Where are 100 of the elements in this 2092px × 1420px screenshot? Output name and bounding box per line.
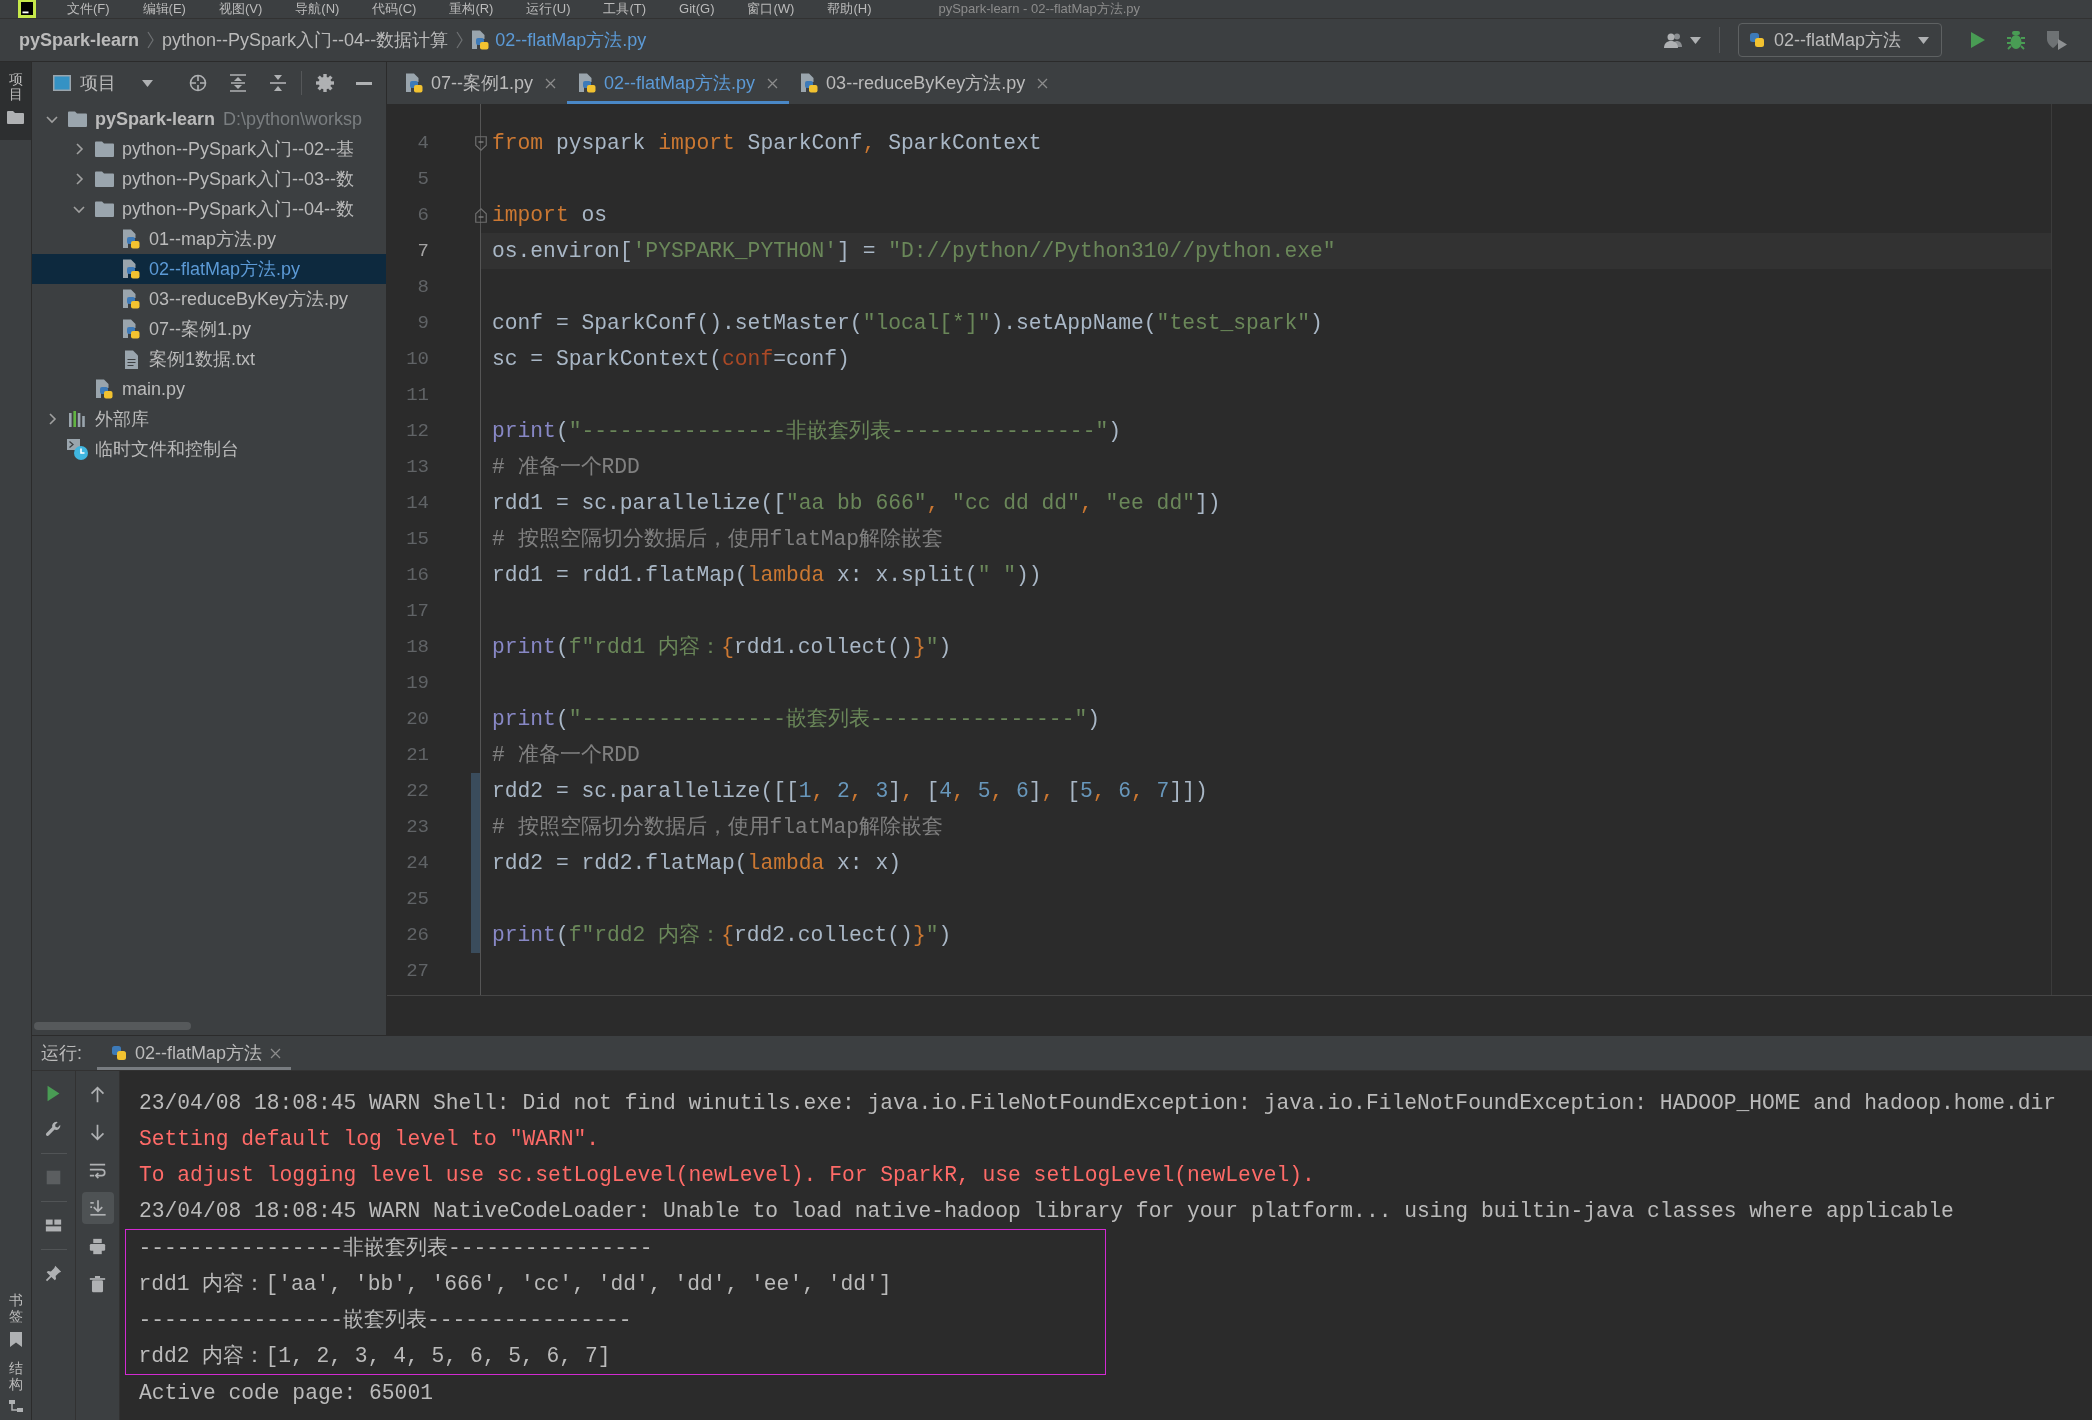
code-line: # 按照空隔切分数据后，使用flatMap解除嵌套 (492, 814, 944, 841)
chevron-down-icon[interactable] (46, 114, 58, 124)
play-icon[interactable] (45, 1084, 62, 1102)
code-line: from pyspark import SparkConf, SparkContext (492, 130, 1042, 157)
menu-item[interactable]: 工具(T) (603, 0, 647, 18)
folder-icon (67, 111, 87, 127)
tree-item[interactable]: python--PySpark入门--02--基 (32, 134, 386, 164)
arrow-down-icon[interactable] (89, 1123, 106, 1141)
shield-play-icon[interactable] (2046, 30, 2068, 50)
console-line: Active code page: 65001 (139, 1380, 434, 1407)
tool-window-button[interactable]: 结构 (0, 1353, 31, 1418)
editor-tab[interactable]: 02--flatMap方法.py (567, 62, 790, 104)
menu-item[interactable]: Git(G) (679, 0, 715, 18)
play-icon[interactable] (1970, 31, 1986, 49)
settings-icon[interactable] (316, 74, 334, 92)
scrollbar-thumb[interactable] (34, 1022, 191, 1030)
arrow-up-icon[interactable] (89, 1085, 106, 1103)
soft-wrap-icon[interactable] (89, 1161, 106, 1179)
structure-icon[interactable] (8, 1400, 23, 1412)
tree-item[interactable]: main.py (32, 374, 386, 404)
menu-item[interactable]: 窗口(W) (747, 0, 795, 18)
line-number: 18 (405, 635, 430, 660)
code-line: rdd1 = rdd1.flatMap(lambda x: x.split(" ")) (492, 562, 1042, 589)
tool-window-button[interactable]: 书签 (0, 1285, 31, 1354)
code-line: import os (492, 202, 608, 229)
close-icon[interactable] (1037, 77, 1049, 89)
console-line: Setting default log level to "WARN". (139, 1126, 601, 1153)
scroll-to-end-icon[interactable] (81, 1192, 114, 1224)
pin-icon[interactable] (45, 1264, 62, 1282)
tree-item[interactable]: 02--flatMap方法.py (32, 254, 386, 284)
line-number: 23 (405, 815, 430, 840)
menu-item[interactable]: 文件(F) (67, 0, 110, 18)
app-logo-icon[interactable] (18, 0, 36, 18)
caret-icon (142, 79, 153, 87)
chevron-down-icon[interactable] (73, 204, 85, 214)
breadcrumb[interactable]: pySpark-learn (19, 29, 140, 51)
close-icon[interactable] (545, 77, 557, 89)
chevron-right-icon[interactable] (47, 413, 57, 425)
users-icon[interactable] (1663, 32, 1684, 48)
close-icon[interactable] (270, 1047, 282, 1059)
trash-icon[interactable] (89, 1275, 106, 1293)
fold-marker-icon[interactable] (474, 207, 487, 223)
folder-icon[interactable] (7, 110, 24, 124)
python-file-icon (405, 73, 423, 93)
run-configuration-dropdown[interactable]: 02--flatMap方法 (1737, 23, 1942, 57)
code-line: print(f"rdd2 内容：{rdd2.collect()}") (492, 922, 952, 949)
line-number: 16 (405, 563, 430, 588)
breadcrumb[interactable]: python--PySpark入门--04--数据计算 (162, 28, 449, 52)
folder-icon (94, 171, 114, 187)
expand-all-icon[interactable] (229, 74, 247, 92)
python-file-icon (122, 259, 140, 279)
editor-tab[interactable]: 03--reduceByKey方法.py (789, 62, 1060, 104)
chevron-right-icon[interactable] (74, 173, 84, 185)
close-icon[interactable] (767, 77, 779, 89)
console-line: ----------------非嵌套列表---------------- (138, 1235, 654, 1262)
tree-item[interactable]: pySpark-learn D:\python\worksp (32, 104, 386, 134)
python-file-icon (122, 319, 140, 339)
line-number: 11 (405, 383, 430, 408)
tree-item[interactable]: 案例1数据.txt (32, 344, 386, 374)
tree-item[interactable]: python--PySpark入门--04--数 (32, 194, 386, 224)
menu-item[interactable]: 运行(U) (526, 0, 571, 18)
tree-item[interactable]: 07--案例1.py (32, 314, 386, 344)
view-dropdown[interactable]: 项目 (80, 71, 153, 95)
tree-item[interactable]: 临时文件和控制台 (32, 434, 386, 464)
crosshair-icon[interactable] (189, 74, 207, 92)
menu-item[interactable]: 帮助(H) (827, 0, 872, 18)
minimize-icon[interactable] (356, 81, 372, 85)
line-number: 15 (405, 527, 430, 552)
tree-item[interactable]: 01--map方法.py (32, 224, 386, 254)
menu-item[interactable]: 导航(N) (295, 0, 340, 18)
fold-marker-icon[interactable] (474, 135, 487, 151)
line-number: 26 (405, 923, 430, 948)
chevron-right-icon[interactable] (74, 143, 84, 155)
tree-item[interactable]: 外部库 (32, 404, 386, 434)
tree-item[interactable]: 03--reduceByKey方法.py (32, 284, 386, 314)
code-line: # 准备一个RDD (492, 454, 640, 481)
run-panel-label: 运行: (41, 1042, 82, 1065)
editor-tab[interactable]: 07--案例1.py (394, 62, 568, 104)
python-file-icon (800, 73, 819, 93)
printer-icon[interactable] (89, 1237, 106, 1255)
collapse-all-icon[interactable] (269, 74, 287, 92)
line-number: 14 (405, 491, 430, 516)
console-line: 23/04/08 18:08:45 WARN Shell: Did not find winutils.exe: java.io.FileNotFoundException: java.io.FileNotFoundException: HADOOP_HOME and hadoop.home.dir (139, 1090, 2058, 1117)
tree-item[interactable]: python--PySpark入门--03--数 (32, 164, 386, 194)
code-line: conf = SparkConf().setMaster("local[*]").setAppName("test_spark") (492, 310, 1323, 337)
bug-icon[interactable] (2006, 30, 2026, 50)
code-line: # 按照空隔切分数据后，使用flatMap解除嵌套 (492, 526, 944, 553)
menu-item[interactable]: 编辑(E) (142, 0, 186, 18)
caret-icon[interactable] (1689, 36, 1701, 44)
bookmark-icon[interactable] (9, 1332, 22, 1348)
code-line: print("----------------嵌套列表----------------") (492, 706, 1100, 733)
breadcrumb[interactable]: 02--flatMap方法.py (471, 28, 647, 52)
console-line: 23/04/08 18:08:45 WARN NativeCodeLoader: Unable to load native-hadoop library for your platform... using builtin-java classes where applicable (139, 1198, 1955, 1225)
menu-item[interactable]: 重构(R) (449, 0, 494, 18)
menu-item[interactable]: 视图(V) (218, 0, 263, 18)
code-line: rdd1 = sc.parallelize(["aa bb 666", "cc dd dd", "ee dd"]) (492, 490, 1221, 517)
tool-window-button[interactable]: 项目 (0, 62, 31, 140)
python-file-icon (122, 229, 140, 249)
wrench-icon[interactable] (45, 1120, 62, 1138)
menu-item[interactable]: 代码(C) (372, 0, 417, 18)
